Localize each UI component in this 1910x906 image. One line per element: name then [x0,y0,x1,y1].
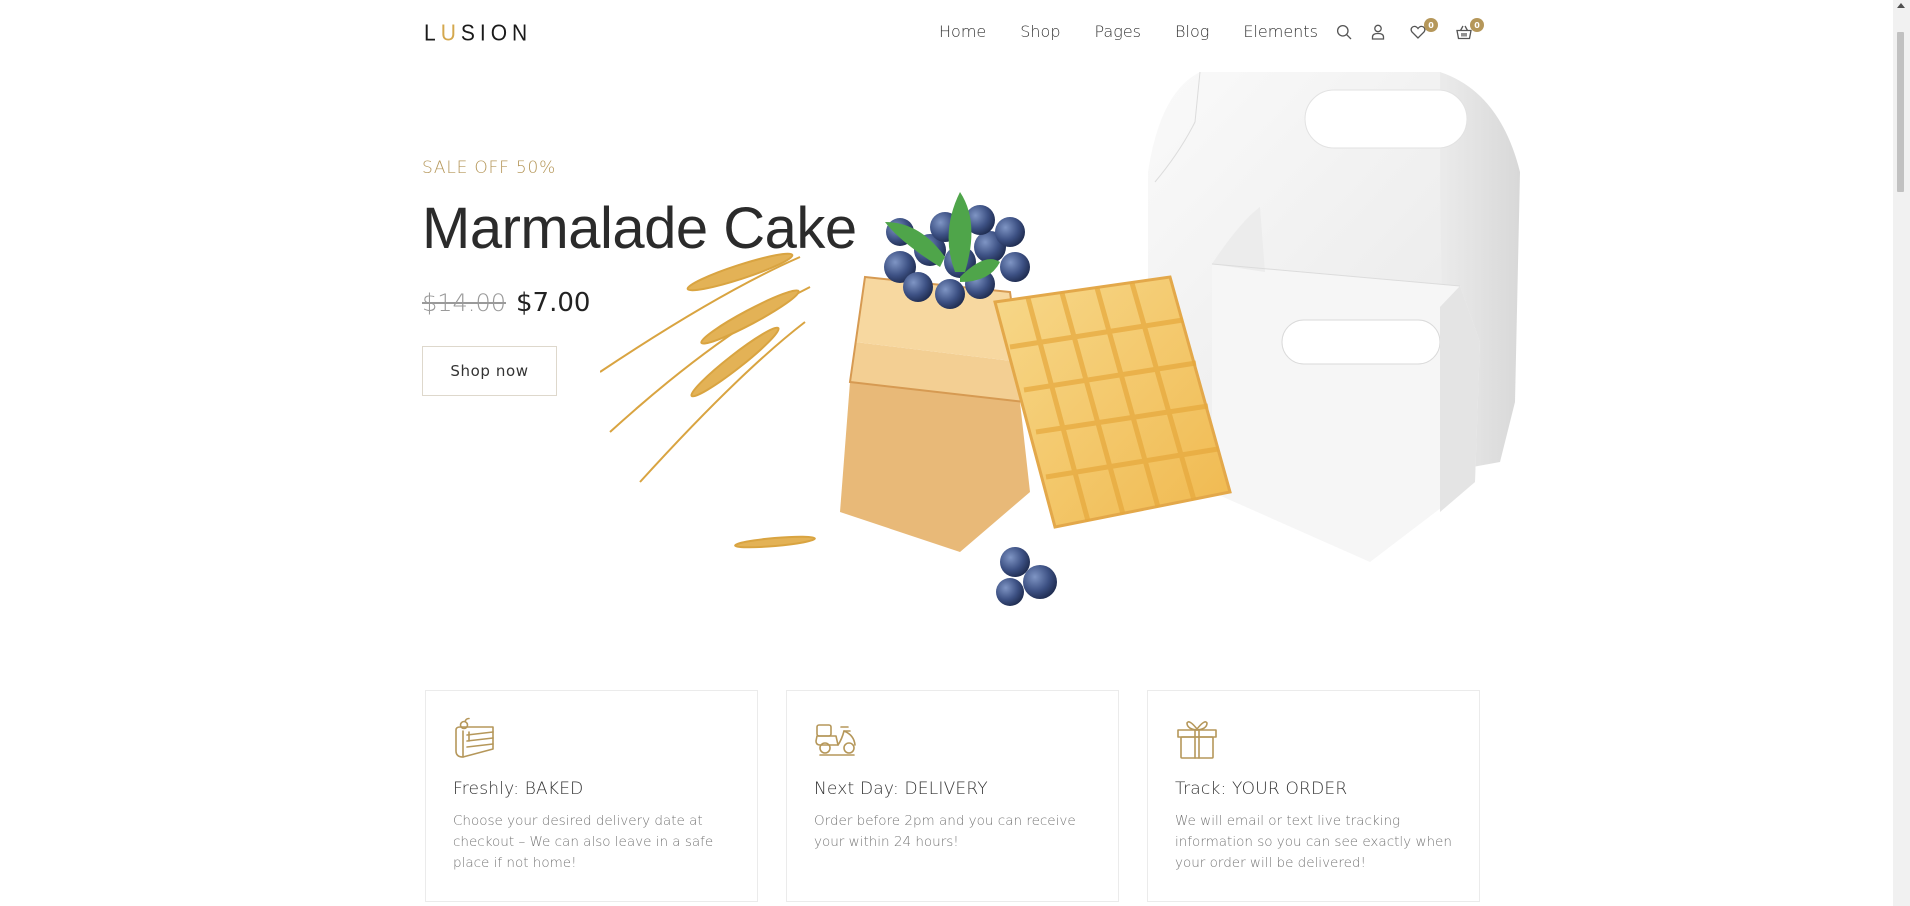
sale-price: $7.00 [515,288,591,318]
search-button[interactable] [1334,22,1354,42]
feature-description: Choose your desired delivery date at che… [453,813,714,871]
feature-title: Next Day: DELIVERY [814,779,988,799]
feature-card-next-day-delivery: Next Day: DELIVERY Order before 2pm and … [786,690,1119,902]
scooter-icon [815,724,856,756]
nav-home[interactable]: Home [939,22,986,41]
hero-image [599,71,1620,620]
nav-shop[interactable]: Shop [1020,22,1060,41]
feature-card-track-order: Track: YOUR ORDER We will email or text … [1147,690,1480,902]
feature-cards: Freshly: BAKED Choose your desired deliv… [425,690,1480,902]
shop-now-button[interactable]: Shop now [422,346,557,396]
search-icon [1336,24,1352,40]
nav-pages[interactable]: Pages [1095,22,1142,41]
hero-illustration [599,71,1520,606]
user-icon [1371,24,1385,40]
site-header: LUSION Home Shop Pages Blog Elements 0 0 [0,0,1910,68]
feature-icon-wrap [453,717,497,761]
account-button[interactable] [1368,22,1388,42]
feature-description: Order before 2pm and you can receive you… [814,813,1076,850]
cake-slice-icon [455,717,494,758]
feature-icon-wrap [814,717,858,761]
scroll-up-arrow-icon[interactable] [1897,3,1905,8]
site-logo[interactable]: LUSION [424,21,532,47]
logo-accent-letter: U [440,20,461,47]
page-scrollbar[interactable] [1893,0,1910,906]
cart-count-badge: 0 [1470,18,1484,32]
wheat-stalks [599,252,816,549]
nav-blog[interactable]: Blog [1175,22,1209,41]
gift-icon [1177,721,1217,759]
feature-title: Track: YOUR ORDER [1175,779,1348,799]
feature-description: We will email or text live tracking info… [1175,813,1452,871]
feature-title: Freshly: BAKED [453,779,584,799]
logo-prefix: L [424,20,441,47]
header-icons: 0 0 [1334,18,1488,42]
feature-card-freshly-baked: Freshly: BAKED Choose your desired deliv… [425,690,758,902]
main-nav: Home Shop Pages Blog Elements [939,22,1352,41]
scrollbar-thumb[interactable] [1897,32,1904,192]
nav-elements[interactable]: Elements [1243,22,1318,41]
logo-suffix: SION [460,20,533,47]
wishlist-count-badge: 0 [1424,18,1438,32]
wishlist-button[interactable]: 0 [1408,18,1438,42]
cart-button[interactable]: 0 [1454,18,1484,42]
feature-icon-wrap [1175,717,1219,761]
old-price: $14.00 [422,289,506,317]
